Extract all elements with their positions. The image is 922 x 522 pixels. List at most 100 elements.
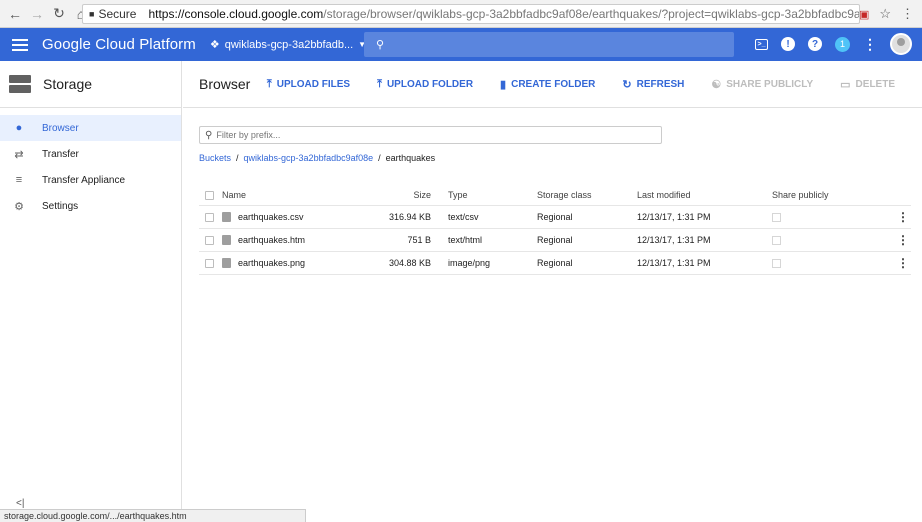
sidebar-item-label: Transfer: [42, 148, 79, 160]
project-selector[interactable]: ❖ qwiklabs-gcp-3a2bbfadb... ▼: [209, 38, 366, 52]
more-vert-icon[interactable]: ⋮: [897, 257, 909, 269]
breadcrumb-separator: /: [378, 153, 381, 163]
column-name[interactable]: Name: [222, 190, 246, 200]
star-icon[interactable]: ☆: [879, 6, 891, 22]
share-publicly-checkbox[interactable]: [772, 235, 781, 245]
sidebar-title: Storage: [43, 76, 93, 92]
breadcrumb-bucket[interactable]: qwiklabs-gcp-3a2bbfadbc9af08e: [244, 153, 374, 163]
share-publicly-button[interactable]: ☯ SHARE PUBLICLY: [711, 78, 813, 91]
page-title: Browser: [199, 76, 251, 92]
column-type[interactable]: Type: [448, 190, 468, 200]
reload-icon[interactable]: ↻: [52, 5, 66, 21]
delete-button[interactable]: ▭ DELETE: [840, 78, 895, 91]
row-checkbox[interactable]: [205, 235, 214, 245]
more-vert-icon[interactable]: ⋮: [897, 234, 909, 246]
table-row[interactable]: earthquakes.png 304.88 KB image/png Regi…: [199, 252, 911, 275]
file-name[interactable]: earthquakes.htm: [238, 235, 305, 245]
more-vert-icon[interactable]: ⋮: [863, 36, 877, 52]
gcp-header: Google Cloud Platform ❖ qwiklabs-gcp-3a2…: [0, 28, 922, 61]
file-size: 316.94 KB: [388, 212, 431, 222]
file-type: text/html: [448, 235, 483, 245]
sidebar-item-label: Settings: [42, 200, 79, 212]
notifications-badge[interactable]: 1: [835, 36, 850, 52]
sidebar-item-label: Transfer Appliance: [42, 174, 126, 186]
url-path: /storage/browser/qwiklabs-gcp-3a2bbfadbc…: [323, 7, 860, 21]
refresh-icon: ↻: [622, 78, 632, 91]
feedback-icon[interactable]: !: [781, 37, 795, 51]
file-storage-class: Regional: [537, 212, 573, 222]
file-last-modified: 12/13/17, 1:31 PM: [637, 258, 711, 268]
action-toolbar: Browser ⤒ UPLOAD FILES ⤒ UPLOAD FOLDER ▮…: [183, 61, 922, 108]
table-row[interactable]: earthquakes.csv 316.94 KB text/csv Regio…: [199, 206, 911, 229]
file-name-cell[interactable]: earthquakes.htm: [222, 235, 305, 245]
upload-icon: ⤒: [377, 77, 382, 90]
create-folder-label: CREATE FOLDER: [511, 78, 596, 90]
collapse-sidebar-icon[interactable]: <|: [16, 498, 24, 509]
upload-icon: ⤒: [266, 77, 272, 90]
help-icon[interactable]: ?: [808, 37, 822, 51]
search-icon: ⚲: [376, 39, 385, 51]
row-checkbox[interactable]: [205, 212, 214, 222]
chrome-menu-icon[interactable]: ⋮: [901, 6, 914, 22]
more-vert-icon[interactable]: ⋮: [897, 211, 909, 223]
sidebar-item-browser[interactable]: ● Browser: [0, 115, 181, 141]
file-size: 751 B: [407, 235, 431, 245]
sidebar-item-transfer[interactable]: ⇄ Transfer: [0, 141, 181, 167]
upload-folder-button[interactable]: ⤒ UPLOAD FOLDER: [377, 78, 473, 91]
file-last-modified: 12/13/17, 1:31 PM: [637, 235, 711, 245]
extension-icon[interactable]: ▣: [859, 8, 869, 21]
product-name[interactable]: Google Cloud Platform: [42, 36, 196, 53]
back-icon[interactable]: ←: [8, 6, 22, 22]
list-icon: ≡: [15, 174, 23, 186]
file-size: 304.88 KB: [388, 258, 431, 268]
avatar[interactable]: [890, 33, 912, 55]
sidebar-item-transfer-appliance[interactable]: ≡ Transfer Appliance: [0, 167, 181, 193]
breadcrumb-folder: earthquakes: [385, 153, 436, 163]
upload-files-button[interactable]: ⤒ UPLOAD FILES: [267, 78, 350, 91]
row-checkbox[interactable]: [205, 258, 214, 268]
forward-icon[interactable]: →: [30, 6, 44, 22]
transfer-icon: ⇄: [14, 148, 24, 161]
filter-input[interactable]: ⚲ Filter by prefix...: [199, 126, 662, 144]
file-name-cell[interactable]: earthquakes.png: [222, 258, 305, 268]
secure-label: Secure: [98, 7, 137, 21]
menu-icon[interactable]: [12, 36, 28, 54]
cloud-shell-icon[interactable]: >_: [755, 38, 768, 50]
file-name-cell[interactable]: earthquakes.csv: [222, 212, 304, 222]
share-icon: ☯: [711, 78, 722, 91]
column-size[interactable]: Size: [413, 190, 431, 200]
search-input[interactable]: ⚲: [364, 32, 734, 57]
file-icon: [222, 258, 231, 268]
trash-icon: ▭: [840, 78, 851, 91]
share-publicly-label: SHARE PUBLICLY: [726, 78, 814, 90]
file-name[interactable]: earthquakes.csv: [238, 212, 304, 222]
column-share-publicly[interactable]: Share publicly: [772, 190, 829, 200]
table-row[interactable]: earthquakes.htm 751 B text/html Regional…: [199, 229, 911, 252]
file-name[interactable]: earthquakes.png: [238, 258, 305, 268]
file-storage-class: Regional: [537, 235, 573, 245]
browser-toolbar: ← → ↻ ⌂ ■ Secure https://console.cloud.g…: [0, 0, 922, 28]
breadcrumb: Buckets / qwiklabs-gcp-3a2bbfadbc9af08e …: [199, 153, 435, 163]
project-icon: ❖: [209, 39, 220, 51]
column-last-modified[interactable]: Last modified: [637, 190, 691, 200]
filter-placeholder: Filter by prefix...: [216, 130, 281, 140]
column-storage-class[interactable]: Storage class: [537, 190, 592, 200]
upload-folder-label: UPLOAD FOLDER: [386, 78, 474, 90]
file-icon: [222, 212, 231, 222]
create-folder-button[interactable]: ▮ CREATE FOLDER: [500, 78, 595, 91]
upload-files-label: UPLOAD FILES: [276, 78, 351, 90]
refresh-button[interactable]: ↻ REFRESH: [622, 78, 684, 91]
gear-icon: ⚙: [14, 200, 24, 213]
share-publicly-checkbox[interactable]: [772, 212, 781, 222]
objects-table: Name Size Type Storage class Last modifi…: [199, 185, 911, 275]
breadcrumb-buckets[interactable]: Buckets: [199, 153, 231, 163]
sidebar: Storage ● Browser ⇄ Transfer ≡ Transfer …: [0, 61, 182, 522]
select-all-checkbox[interactable]: [205, 190, 214, 200]
file-last-modified: 12/13/17, 1:31 PM: [637, 212, 711, 222]
sidebar-item-settings[interactable]: ⚙ Settings: [0, 193, 181, 219]
share-publicly-checkbox[interactable]: [772, 258, 781, 268]
sidebar-item-label: Browser: [42, 122, 79, 134]
sidebar-header: Storage: [0, 61, 181, 108]
lock-icon: ■: [89, 9, 95, 19]
address-bar[interactable]: ■ Secure https://console.cloud.google.co…: [82, 4, 860, 24]
